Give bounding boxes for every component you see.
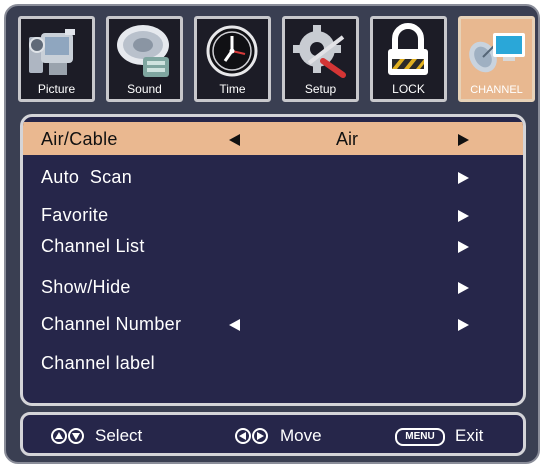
gear-tools-icon [293,25,346,78]
air-cable-value: Air [336,129,358,149]
menu-item-label: Channel List [41,236,145,256]
menu-item-channel-number[interactable]: Channel Number [23,307,523,340]
menu-key-icon: MENU [395,428,445,446]
clock-icon [206,25,258,77]
exit-hint: MENU Exit [395,426,505,446]
tab-channel[interactable]: CHANNEL [458,16,535,102]
move-label: Move [280,426,322,445]
menu-item-channel-label[interactable]: Channel label [23,346,523,379]
menu-item-label: Channel Number [41,314,182,334]
tab-label: Setup [304,82,337,96]
tab-setup[interactable]: Setup [282,16,359,102]
menu-item-auto-scan[interactable]: Auto Scan [23,160,523,193]
padlock-icon [388,23,428,75]
move-hint: Move [235,426,345,446]
tab-picture[interactable]: Picture [18,16,95,102]
arrow-left-icon[interactable] [229,134,240,146]
arrow-right-icon[interactable] [458,134,469,146]
channel-menu-panel: Air/Cable Air Auto Scan Favorite Channel… [20,114,526,406]
tab-label: Sound [127,82,162,96]
menu-item-label: Air/Cable [41,129,118,149]
arrow-right-icon[interactable] [458,241,469,253]
menu-item-label: Show/Hide [41,277,131,297]
tab-lock[interactable]: LOCK [370,16,447,102]
camera-icon [29,29,75,75]
speaker-icon [117,25,169,77]
arrow-right-icon[interactable] [458,210,469,222]
tab-label: LOCK [392,82,425,96]
arrow-right-icon[interactable] [458,282,469,294]
menu-item-show-hide[interactable]: Show/Hide [23,270,523,303]
tab-sound[interactable]: Sound [106,16,183,102]
exit-label: Exit [455,426,484,445]
up-down-keys-icon [51,428,85,444]
select-label: Select [95,426,143,445]
menu-item-label: Favorite [41,205,109,225]
menu-item-channel-list[interactable]: Channel List [23,229,523,262]
select-hint: Select [51,426,161,446]
tab-label: CHANNEL [470,84,523,96]
satellite-dish-icon [469,33,525,73]
arrow-right-icon[interactable] [458,172,469,184]
menu-item-label: Channel label [41,353,155,373]
tab-label: Picture [37,82,76,96]
tab-label: Time [219,82,246,96]
tab-time[interactable]: Time [194,16,271,102]
menu-item-favorite[interactable]: Favorite [23,198,523,231]
menu-item-label: Auto Scan [41,167,133,187]
navigation-hint-bar: Select Move MENU Exit [20,412,526,456]
arrow-right-icon[interactable] [458,319,469,331]
arrow-left-icon[interactable] [229,319,240,331]
left-right-keys-icon [235,428,269,444]
menu-item-air-cable[interactable]: Air/Cable Air [23,122,523,155]
